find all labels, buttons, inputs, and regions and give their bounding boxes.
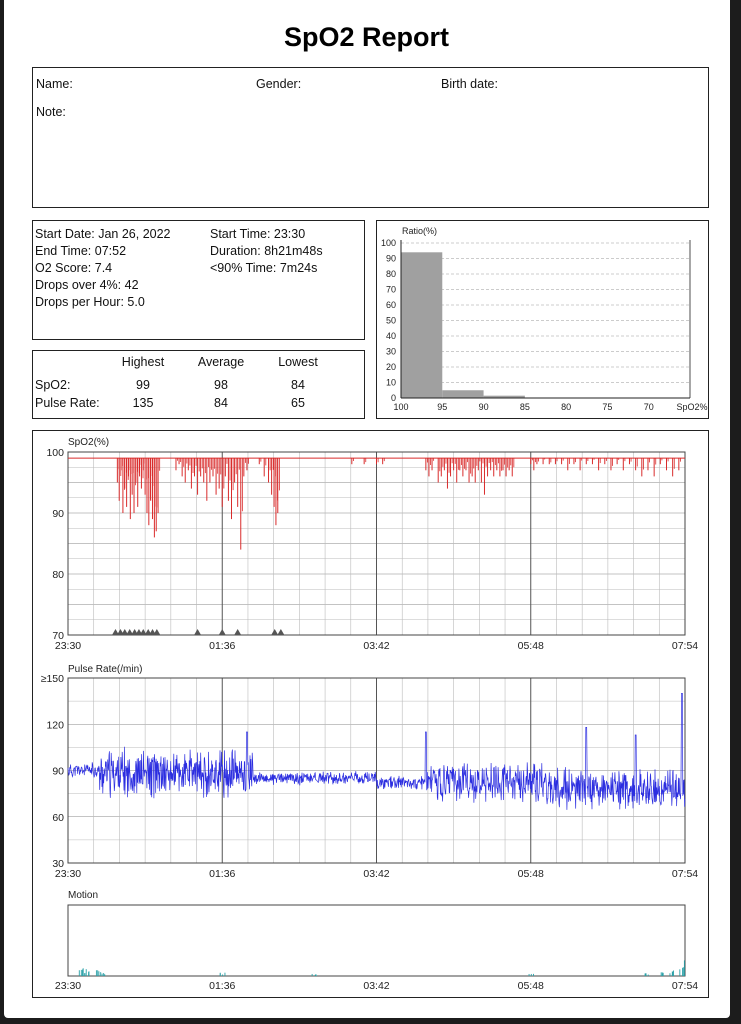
x-tick-label: 03:42	[363, 640, 389, 652]
start-time: Start Time: 23:30	[210, 227, 306, 241]
x-tick-label: 07:54	[672, 868, 698, 880]
below-90-time: <90% Time: 7m24s	[210, 261, 318, 275]
spo2-histogram: 0102030405060708090100100 95 90 85 80 75 70 SpO…	[381, 226, 708, 412]
drop-marker	[194, 629, 202, 635]
x-tick-label: 05:48	[518, 980, 544, 992]
x-tick-label: 05:48	[518, 640, 544, 652]
motion-chart: Motion 23:30 01:36 03:42 05:48 07:54	[55, 890, 698, 992]
chart-title: Pulse Rate(/min)	[68, 664, 142, 675]
drop-marker	[271, 629, 279, 635]
stats-cell: 84	[291, 378, 305, 392]
stats-header-highest: Highest	[121, 355, 165, 369]
birth-date-label: Birth date:	[441, 77, 498, 91]
summary-box: Start Date: Jan 26, 2022 End Time: 07:52…	[32, 220, 365, 340]
stats-header-lowest: Lowest	[278, 355, 318, 369]
x-tick-label: 01:36	[209, 640, 235, 652]
y-tick-label: 60	[386, 300, 396, 310]
drop-marker	[234, 629, 242, 635]
y-tick-label: 120	[46, 719, 64, 731]
x-tick-label: 01:36	[209, 868, 235, 880]
y-tick-label: ≥150	[41, 673, 64, 685]
stats-cell: 99	[136, 378, 150, 392]
x-tick-label: 23:30	[55, 640, 81, 652]
y-tick-label: 90	[52, 766, 64, 778]
x-tick-label: 07:54	[672, 980, 698, 992]
stats-cell: 65	[291, 396, 305, 410]
y-tick-label: 100	[381, 238, 396, 248]
y-tick-label: 20	[386, 362, 396, 372]
pulse-rate-chart: 306090120≥150Pulse Rate(/min)23:30 01:36 0…	[41, 664, 699, 880]
x-tick-label: 05:48	[518, 868, 544, 880]
page-title: SpO2 Report	[283, 22, 450, 52]
x-axis-label: SpO2%	[676, 402, 707, 412]
stats-header-average: Average	[197, 355, 245, 369]
drop-marker	[277, 629, 285, 635]
stats-cell: 84	[214, 396, 228, 410]
y-tick-label: 70	[386, 285, 396, 295]
drop-marker	[218, 629, 226, 635]
duration: Duration: 8h21m48s	[210, 244, 323, 258]
histogram-bar	[442, 390, 484, 398]
stats-cell: 135	[132, 396, 154, 410]
chart-title: Motion	[68, 890, 98, 901]
x-tick-label: 07:54	[672, 640, 698, 652]
x-tick-label: 95	[437, 402, 447, 412]
y-tick-label: 40	[386, 331, 396, 341]
x-tick-label: 80	[561, 402, 571, 412]
drops-over: Drops over 4%: 42	[35, 278, 139, 292]
start-date: Start Date: Jan 26, 2022	[35, 227, 171, 241]
x-tick-label: 23:30	[55, 868, 81, 880]
stats-row-label: SpO2:	[35, 378, 71, 392]
y-tick-label: 90	[386, 254, 396, 264]
gender-label: Gender:	[256, 77, 302, 91]
note-label: Note:	[36, 105, 66, 119]
y-tick-label: 10	[386, 378, 396, 388]
histogram-bar	[401, 252, 443, 398]
spo2-trend-chart: 708090100SpO2(%)23:30 01:36 03:42 05:48 07:5…	[46, 437, 698, 652]
x-tick-label: 75	[602, 402, 612, 412]
x-tick-label: 90	[479, 402, 489, 412]
y-tick-label: 80	[52, 569, 64, 581]
drop-marker	[153, 629, 161, 635]
patient-info-box: Name: Gender: Birth date: Note:	[32, 67, 709, 208]
y-tick-label: 100	[46, 447, 64, 459]
x-tick-label: 03:42	[363, 980, 389, 992]
chart-title: Ratio(%)	[402, 226, 437, 236]
y-tick-label: 60	[52, 812, 64, 824]
x-tick-label: 03:42	[363, 868, 389, 880]
end-time: End Time: 07:52	[35, 244, 127, 258]
x-tick-label: 01:36	[209, 980, 235, 992]
plot-frame	[67, 904, 686, 977]
y-tick-label: 90	[52, 508, 64, 520]
chart-title: SpO2(%)	[68, 437, 109, 448]
stats-row-label: Pulse Rate:	[35, 396, 100, 410]
drops-per-hour: Drops per Hour: 5.0	[35, 295, 145, 309]
o2-score: O2 Score: 7.4	[35, 261, 113, 275]
stats-box: Highest Average Lowest SpO2: 99 98 84 Pu…	[32, 350, 365, 419]
stats-cell: 98	[214, 378, 228, 392]
y-tick-label: 80	[386, 269, 396, 279]
x-tick-label: 100	[393, 402, 408, 412]
x-tick-label: 70	[644, 402, 654, 412]
x-tick-label: 23:30	[55, 980, 81, 992]
y-tick-label: 30	[386, 347, 396, 357]
name-label: Name:	[36, 77, 73, 91]
x-tick-label: 85	[520, 402, 530, 412]
y-tick-label: 50	[386, 316, 396, 326]
